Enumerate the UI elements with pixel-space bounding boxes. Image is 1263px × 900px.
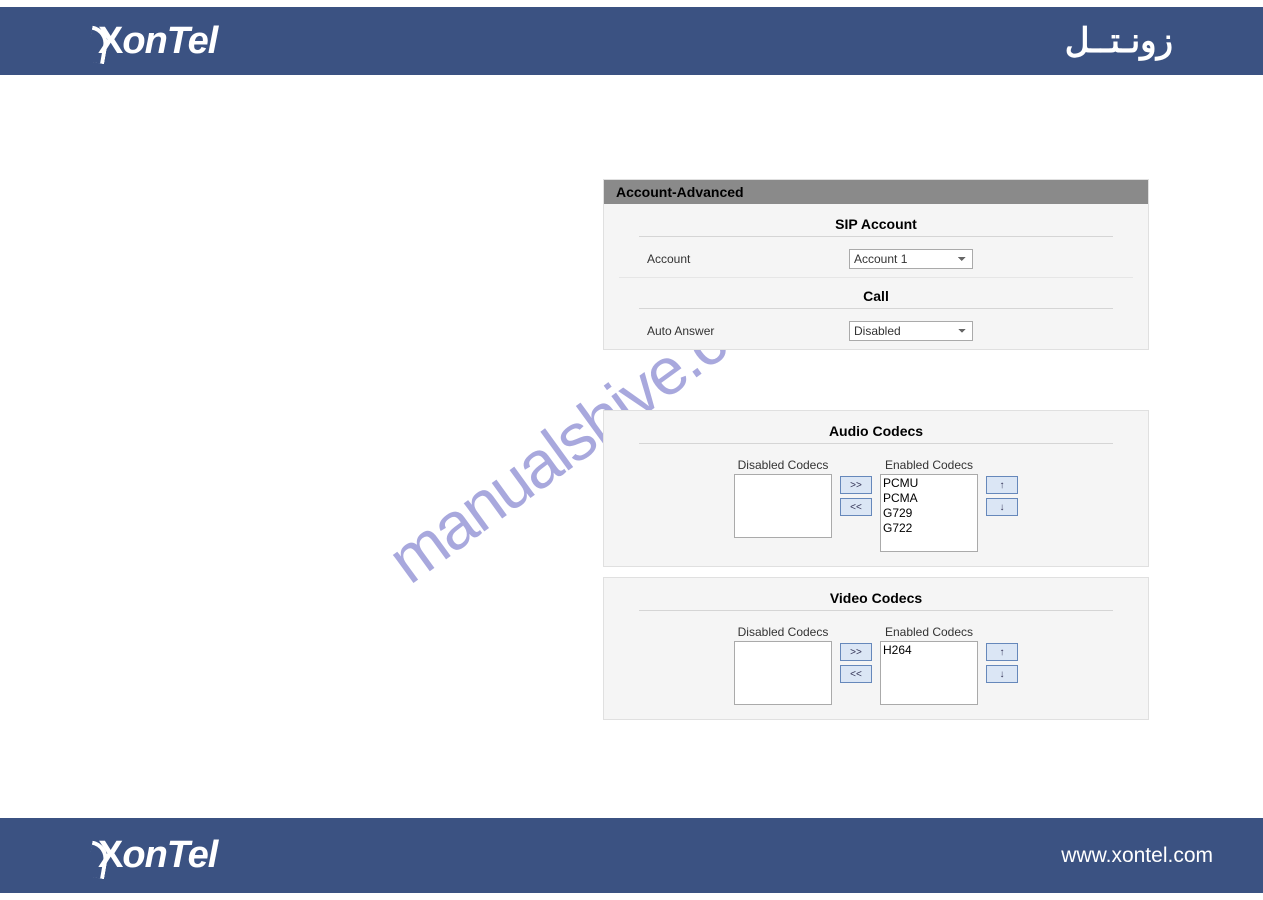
logo-left: XonTel	[90, 20, 217, 63]
audio-codecs-grid: Disabled Codecs >> << Enabled Codecs PCM…	[604, 458, 1148, 552]
video-add-button[interactable]: >>	[840, 643, 872, 661]
account-row: Account Account 1	[619, 241, 1133, 278]
audio-up-button[interactable]: ↑	[986, 476, 1018, 494]
video-disabled-col: Disabled Codecs	[734, 625, 832, 705]
panel-title: Account-Advanced	[604, 180, 1148, 204]
auto-answer-select[interactable]: Disabled	[849, 321, 973, 341]
audio-codecs-title: Audio Codecs	[639, 411, 1113, 444]
video-enabled-col: Enabled Codecs H264	[880, 625, 978, 705]
video-codecs-grid: Disabled Codecs >> << Enabled Codecs H26…	[604, 625, 1148, 705]
account-label: Account	[619, 252, 849, 266]
logo-arabic: زونـتــل	[1065, 21, 1173, 61]
auto-answer-label: Auto Answer	[619, 324, 849, 338]
video-codecs-panel: Video Codecs Disabled Codecs >> << Enabl…	[603, 577, 1149, 720]
audio-enabled-list[interactable]: PCMUPCMAG729G722	[880, 474, 978, 552]
video-enabled-list[interactable]: H264	[880, 641, 978, 705]
audio-codecs-panel: Audio Codecs Disabled Codecs >> << Enabl…	[603, 410, 1149, 567]
audio-disabled-list[interactable]	[734, 474, 832, 538]
audio-add-button[interactable]: >>	[840, 476, 872, 494]
audio-down-button[interactable]: ↓	[986, 498, 1018, 516]
audio-disabled-col: Disabled Codecs	[734, 458, 832, 538]
video-enabled-label: Enabled Codecs	[885, 625, 973, 639]
audio-remove-button[interactable]: <<	[840, 498, 872, 516]
codec-item[interactable]: PCMU	[883, 476, 975, 491]
footer-logo-text: onTel	[122, 834, 217, 877]
auto-answer-row: Auto Answer Disabled	[619, 313, 1133, 349]
footer-url: www.xontel.com	[1061, 844, 1213, 868]
call-title: Call	[639, 278, 1113, 309]
audio-enabled-label: Enabled Codecs	[885, 458, 973, 472]
video-disabled-label: Disabled Codecs	[738, 625, 829, 639]
video-move-btns: >> <<	[840, 643, 872, 683]
account-select[interactable]: Account 1	[849, 249, 973, 269]
video-order-btns: ↑ ↓	[986, 643, 1018, 683]
footer-bar: XonTel www.xontel.com	[0, 818, 1263, 893]
video-remove-button[interactable]: <<	[840, 665, 872, 683]
audio-move-btns: >> <<	[840, 476, 872, 516]
footer-logo: XonTel	[90, 834, 217, 877]
audio-order-btns: ↑ ↓	[986, 476, 1018, 516]
codec-item[interactable]: G729	[883, 506, 975, 521]
video-disabled-list[interactable]	[734, 641, 832, 705]
logo-text: onTel	[122, 20, 217, 63]
header-bar: XonTel زونـتــل	[0, 7, 1263, 75]
video-codecs-title: Video Codecs	[639, 578, 1113, 611]
account-advanced-panel: Account-Advanced SIP Account Account Acc…	[603, 179, 1149, 350]
content: Account-Advanced SIP Account Account Acc…	[603, 179, 1149, 730]
codec-item[interactable]: H264	[883, 643, 975, 658]
sip-account-title: SIP Account	[639, 204, 1113, 237]
codec-item[interactable]: G722	[883, 521, 975, 536]
audio-disabled-label: Disabled Codecs	[738, 458, 829, 472]
codec-item[interactable]: PCMA	[883, 491, 975, 506]
video-up-button[interactable]: ↑	[986, 643, 1018, 661]
video-down-button[interactable]: ↓	[986, 665, 1018, 683]
audio-enabled-col: Enabled Codecs PCMUPCMAG729G722	[880, 458, 978, 552]
